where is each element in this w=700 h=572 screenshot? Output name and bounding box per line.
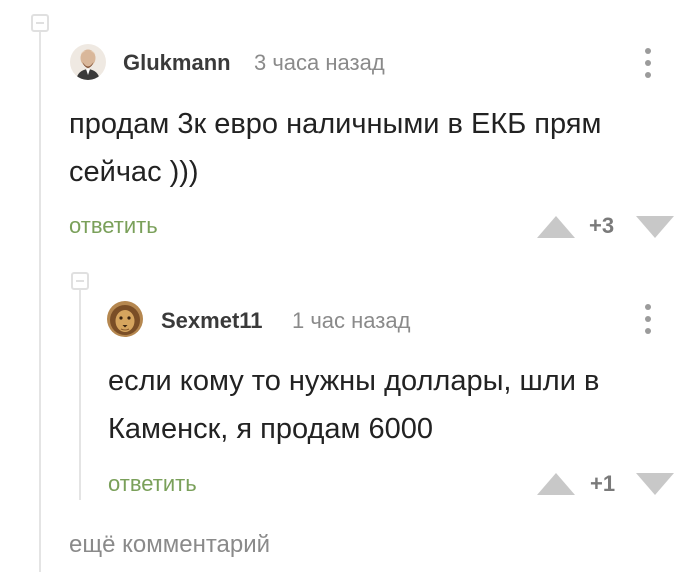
comment-username[interactable]: Sexmet11 [161, 308, 263, 334]
more-options-icon[interactable] [643, 302, 653, 338]
comment-text-line: продам 3к евро наличными в ЕКБ прям [69, 108, 602, 140]
comment-text-line: сейчас ))) [69, 156, 199, 188]
comment-text: если кому то нужны доллары, шли в Каменс… [108, 357, 668, 453]
comment-text: продам 3к евро наличными в ЕКБ прям сейч… [69, 100, 669, 196]
collapse-icon[interactable] [31, 14, 49, 32]
avatar[interactable] [70, 44, 106, 80]
downvote-icon[interactable] [636, 216, 674, 238]
downvote-icon[interactable] [636, 473, 674, 495]
thread-line [39, 32, 41, 572]
comment-text-line: Каменск, я продам 6000 [108, 413, 434, 445]
reply-button[interactable]: ответить [108, 471, 197, 497]
comment-username[interactable]: Glukmann [123, 50, 231, 76]
thread-line-nested [79, 290, 81, 500]
more-options-icon[interactable] [643, 46, 653, 82]
rating-value: +3 [589, 213, 615, 238]
collapse-icon[interactable] [71, 272, 89, 290]
comment-text-line: если кому то нужны доллары, шли в [108, 365, 600, 397]
comment-time: 1 час назад [292, 308, 411, 333]
more-comments-link[interactable]: ещё комментарий [69, 531, 270, 559]
upvote-icon[interactable] [537, 473, 575, 495]
avatar[interactable] [107, 301, 143, 337]
reply-button[interactable]: ответить [69, 213, 158, 239]
comment-time: 3 часа назад [254, 50, 385, 75]
rating-value: +1 [590, 471, 616, 496]
upvote-icon[interactable] [537, 216, 575, 238]
